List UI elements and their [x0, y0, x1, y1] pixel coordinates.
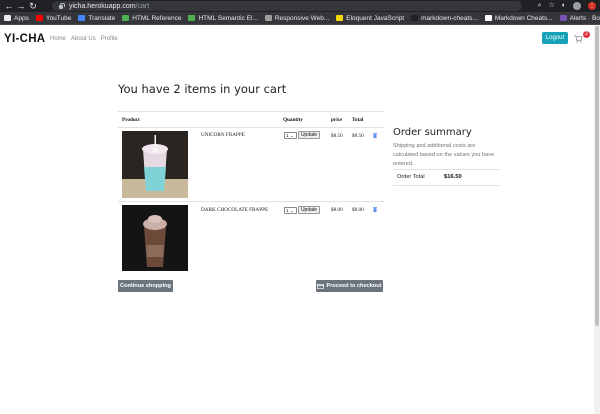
bookmark-label: Markdown Cheats... [494, 14, 553, 22]
bookmark-label: Responsive Web... [274, 14, 330, 22]
update-button-unicorn-frappe[interactable]: Update [298, 131, 320, 139]
price-unicorn-frappe: $8.50 [331, 133, 343, 139]
forward-icon[interactable]: → [15, 0, 27, 12]
bookmark-favicon-icon [188, 15, 196, 21]
bookmark-item[interactable]: HTML Semantic El... [188, 14, 258, 22]
reload-icon[interactable]: ↻ [27, 0, 39, 12]
quantity-value: 1 [286, 133, 289, 138]
dark-chocolate-frappe-drink [122, 205, 188, 271]
trash-icon[interactable] [373, 207, 377, 212]
bookmark-item[interactable]: HTML Reference [122, 15, 181, 22]
bookmark-label: Alerts · Bootstrap... [569, 14, 600, 22]
proceed-to-checkout-button[interactable]: Proceed to checkout [316, 280, 383, 292]
column-header-product: Product [122, 117, 140, 123]
bookmark-item[interactable]: Markdown Cheats... [484, 14, 553, 22]
bookmark-label: HTML Semantic El... [198, 14, 258, 22]
logout-button[interactable]: Logout [542, 32, 568, 44]
bookmark-item[interactable]: Translate [78, 15, 115, 22]
order-summary-description: Shipping and additional costs are calcul… [393, 143, 495, 167]
quantity-value: 1 [286, 208, 289, 213]
bookmark-favicon-icon [264, 15, 272, 21]
quantity-select-unicorn-frappe[interactable]: 1 ⌄ [284, 132, 297, 139]
address-bar[interactable]: yicha.herokuapp.com/cart [52, 1, 522, 11]
page-title: You have 2 items in your cart [118, 82, 287, 96]
total-dark-chocolate-frappe: $8.00 [352, 207, 364, 213]
credit-card-icon [317, 283, 325, 289]
shopping-cart-icon[interactable] [574, 35, 583, 43]
bookmark-favicon-icon [411, 15, 419, 21]
extension-icon[interactable]: ◐ [562, 0, 566, 12]
bookmark-label: Translate [88, 14, 116, 22]
product-image-dark-chocolate-frappe [122, 205, 188, 271]
bookmark-favicon-icon [122, 15, 130, 21]
bookmark-label: markdown-cheats... [421, 14, 478, 22]
table-header-border [118, 127, 384, 128]
url-path: /cart [135, 2, 150, 10]
update-button-dark-chocolate-frappe[interactable]: Update [298, 206, 320, 214]
nav-profile[interactable]: Profile [101, 36, 118, 42]
bookmark-label: Eloquent JavaScript [346, 14, 405, 22]
table-top-border [118, 111, 384, 112]
product-name-unicorn-frappe: UNICORN FRAPPE [201, 132, 245, 138]
bookmark-favicon-icon [78, 15, 86, 21]
bookmark-item[interactable]: YouTube [35, 14, 72, 22]
bookmark-favicon-icon [4, 15, 11, 21]
unicorn-frappe-drink [122, 131, 188, 198]
column-header-total: Total [352, 117, 364, 123]
bookmark-item[interactable]: Alerts · Bootstrap... [559, 14, 600, 22]
scrollbar-thumb[interactable] [595, 26, 599, 326]
bookmark-label: HTML Reference [132, 14, 182, 22]
column-header-price: price [331, 117, 343, 123]
bookmark-label: YouTube [45, 14, 72, 22]
brand-logo[interactable]: YI-CHA [4, 33, 45, 45]
order-total-value: $16.50 [444, 174, 462, 180]
nav-home[interactable]: Home [50, 36, 66, 42]
price-dark-chocolate-frappe: $8.00 [331, 207, 343, 213]
lock-icon [58, 3, 65, 9]
summary-divider-top [393, 169, 500, 170]
bookmark-item[interactable]: Apps [4, 15, 29, 22]
bookmark-label: Apps [14, 14, 29, 22]
back-icon[interactable]: ← [3, 0, 15, 12]
checkout-label: Proceed to checkout [326, 283, 382, 289]
order-total-label: Order Total [397, 174, 425, 180]
star-icon[interactable]: ☆ [548, 0, 554, 12]
trash-icon[interactable] [373, 133, 377, 138]
nav-about-us[interactable]: About Us [71, 36, 96, 42]
product-image-unicorn-frappe [122, 131, 188, 198]
bookmarks-bar: Apps YouTube Translate HTML Reference HTML S… [0, 12, 600, 25]
row-divider [118, 201, 384, 202]
menu-icon[interactable]: ⋮ [588, 2, 596, 10]
quantity-select-dark-chocolate-frappe[interactable]: 1 ⌄ [284, 207, 297, 214]
bookmark-item[interactable]: Responsive Web... [264, 14, 330, 22]
url-host: yicha.herokuapp.com [69, 2, 136, 10]
continue-shopping-button[interactable]: Continue shopping [118, 280, 173, 292]
bookmark-item[interactable]: Eloquent JavaScript [336, 15, 404, 22]
bookmark-favicon-icon [336, 15, 344, 21]
summary-divider-bottom [393, 185, 500, 186]
bookmark-item[interactable]: markdown-cheats... [411, 15, 478, 22]
bookmark-favicon-icon [559, 15, 567, 21]
product-name-dark-chocolate-frappe: DARK CHOCOLATE FRAPPE [201, 207, 269, 213]
bookmark-favicon-icon [484, 15, 492, 21]
browser-toolbar: ← → ↻ yicha.herokuapp.com/cart ⌕ ☆ ◐ ⋮ [0, 0, 600, 12]
order-summary-title: Order summary [393, 127, 472, 138]
cart-count-badge: 2 [583, 31, 590, 38]
bookmark-favicon-icon [35, 15, 43, 21]
total-unicorn-frappe: $8.50 [352, 133, 364, 139]
profile-avatar-icon[interactable] [573, 2, 581, 10]
search-icon[interactable]: ⌕ [538, 0, 542, 12]
column-header-quantity: Quantity [283, 117, 303, 123]
